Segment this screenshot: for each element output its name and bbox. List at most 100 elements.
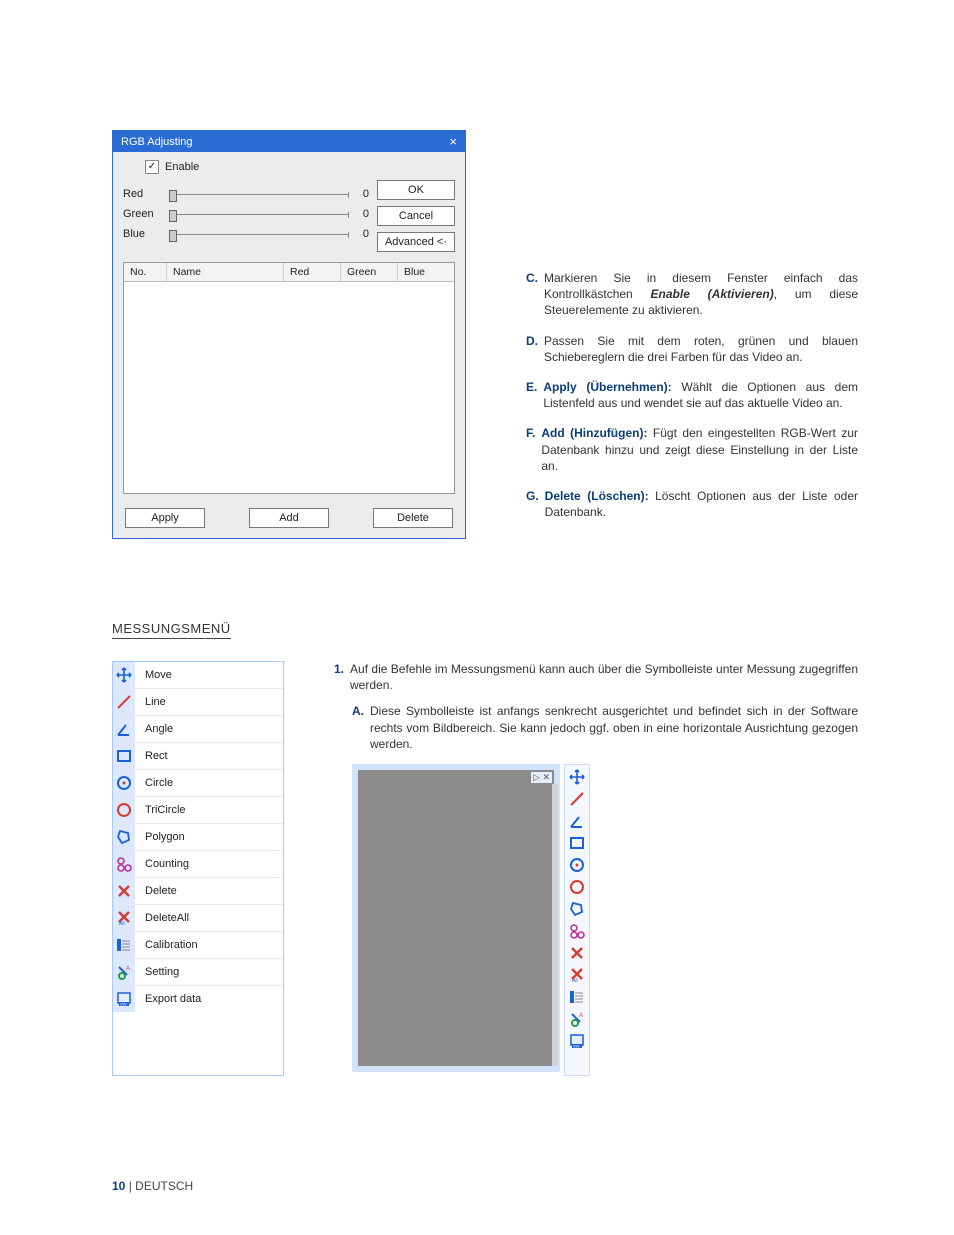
panel-controls[interactable]: ▷ ✕ <box>531 772 552 783</box>
col-name[interactable]: Name <box>167 263 284 281</box>
counting-icon <box>116 856 132 872</box>
note-c-label: C. <box>526 270 538 319</box>
menu-item-move[interactable]: Move <box>113 662 283 688</box>
preview-panel: ▷ ✕ <box>352 764 560 1072</box>
rect-icon[interactable] <box>569 835 585 851</box>
delete-icon <box>116 883 132 899</box>
menu-item-setting[interactable]: A Setting <box>113 958 283 985</box>
sub-a-label: A. <box>352 703 364 752</box>
move-icon[interactable] <box>569 769 585 785</box>
circle-icon <box>116 775 132 791</box>
note-f-text: Add (Hinzufügen): Fügt den eingestellten… <box>541 425 858 474</box>
close-icon[interactable]: × <box>449 135 457 148</box>
note-g-label: G. <box>526 488 539 520</box>
setting-icon[interactable]: A <box>569 1011 585 1027</box>
deleteall-icon[interactable]: All <box>569 967 585 983</box>
num-1-text: Auf die Befehle im Messungsmenü kann auc… <box>350 661 858 693</box>
note-d-text: Passen Sie mit dem roten, grünen und bla… <box>544 333 858 365</box>
calibration-icon <box>116 937 132 953</box>
menu-item-label: Calibration <box>145 939 198 951</box>
page-number: 10 <box>112 1179 125 1193</box>
dialog-title: RGB Adjusting <box>121 136 193 148</box>
svg-text:csv: csv <box>573 1043 581 1048</box>
menu-item-rect[interactable]: Rect <box>113 742 283 769</box>
polygon-icon <box>116 829 132 845</box>
line-icon <box>116 694 132 710</box>
menu-item-export-data[interactable]: csv Export data <box>113 985 283 1012</box>
angle-icon[interactable] <box>569 813 585 829</box>
menu-item-label: DeleteAll <box>145 912 189 924</box>
menu-item-label: TriCircle <box>145 804 186 816</box>
menu-item-label: Angle <box>145 723 173 735</box>
line-icon[interactable] <box>569 791 585 807</box>
polygon-icon[interactable] <box>569 901 585 917</box>
green-slider[interactable] <box>169 214 349 215</box>
note-e-label: E. <box>526 379 537 411</box>
add-button[interactable]: Add <box>249 508 329 528</box>
svg-text:All: All <box>119 921 125 926</box>
deleteall-icon: All <box>116 910 132 926</box>
sub-a-text: Diese Symbolleiste ist anfangs senkrecht… <box>370 703 858 752</box>
ok-button[interactable]: OK <box>377 180 455 200</box>
col-blue[interactable]: Blue <box>398 263 454 281</box>
setting-icon: A <box>116 964 132 980</box>
circle-icon[interactable] <box>569 857 585 873</box>
red-label: Red <box>123 188 163 200</box>
col-green[interactable]: Green <box>341 263 398 281</box>
enable-label: Enable <box>165 161 199 173</box>
dialog-titlebar[interactable]: RGB Adjusting × <box>113 131 465 152</box>
menu-item-polygon[interactable]: Polygon <box>113 823 283 850</box>
vertical-toolbar: All Acsv <box>564 764 590 1076</box>
cancel-button[interactable]: Cancel <box>377 206 455 226</box>
enable-checkbox[interactable]: ✓ <box>145 160 159 174</box>
svg-text:A: A <box>126 966 130 972</box>
export-icon[interactable]: csv <box>569 1033 585 1049</box>
menu-item-label: Delete <box>145 885 177 897</box>
counting-icon[interactable] <box>569 923 585 939</box>
footer-lang: DEUTSCH <box>135 1179 193 1193</box>
blue-slider[interactable] <box>169 234 349 235</box>
menu-item-circle[interactable]: Circle <box>113 769 283 796</box>
angle-icon <box>116 721 132 737</box>
tricircle-icon[interactable] <box>569 879 585 895</box>
red-slider[interactable] <box>169 194 349 195</box>
rgb-adjusting-dialog: RGB Adjusting × ✓ Enable Red 0 <box>112 130 466 539</box>
preset-table[interactable]: No. Name Red Green Blue <box>123 262 455 494</box>
tricircle-icon <box>116 802 132 818</box>
export-icon: csv <box>116 991 132 1007</box>
menu-item-counting[interactable]: Counting <box>113 850 283 877</box>
menu-item-tricircle[interactable]: TriCircle <box>113 796 283 823</box>
menu-item-label: Line <box>145 696 166 708</box>
red-value: 0 <box>355 188 369 200</box>
note-f-label: F. <box>526 425 535 474</box>
move-icon <box>116 667 132 683</box>
menu-item-label: Circle <box>145 777 173 789</box>
menu-item-label: Move <box>145 669 172 681</box>
menu-item-label: Setting <box>145 966 179 978</box>
note-g-text: Delete (Löschen): Löscht Optionen aus de… <box>545 488 858 520</box>
menu-item-calibration[interactable]: Calibration <box>113 931 283 958</box>
svg-text:A: A <box>579 1013 583 1019</box>
col-red[interactable]: Red <box>284 263 341 281</box>
blue-value: 0 <box>355 228 369 240</box>
section-heading: MESSUNGSMENÜ <box>112 621 231 639</box>
scrollbar[interactable] <box>552 784 558 1066</box>
delete-button[interactable]: Delete <box>373 508 453 528</box>
menu-item-label: Export data <box>145 993 201 1005</box>
calibration-icon[interactable] <box>569 989 585 1005</box>
measurement-menu: MoveLineAngleRectCircleTriCirclePolygonC… <box>112 661 284 1076</box>
delete-icon[interactable] <box>569 945 585 961</box>
rect-icon <box>116 748 132 764</box>
apply-button[interactable]: Apply <box>125 508 205 528</box>
menu-item-label: Rect <box>145 750 168 762</box>
green-label: Green <box>123 208 163 220</box>
menu-item-deleteall[interactable]: All DeleteAll <box>113 904 283 931</box>
note-e-text: Apply (Übernehmen): Wählt die Optionen a… <box>543 379 858 411</box>
menu-item-delete[interactable]: Delete <box>113 877 283 904</box>
blue-label: Blue <box>123 228 163 240</box>
menu-item-line[interactable]: Line <box>113 688 283 715</box>
col-no[interactable]: No. <box>124 263 167 281</box>
menu-item-angle[interactable]: Angle <box>113 715 283 742</box>
svg-text:csv: csv <box>120 1002 128 1007</box>
advanced-button[interactable]: Advanced <· <box>377 232 455 252</box>
